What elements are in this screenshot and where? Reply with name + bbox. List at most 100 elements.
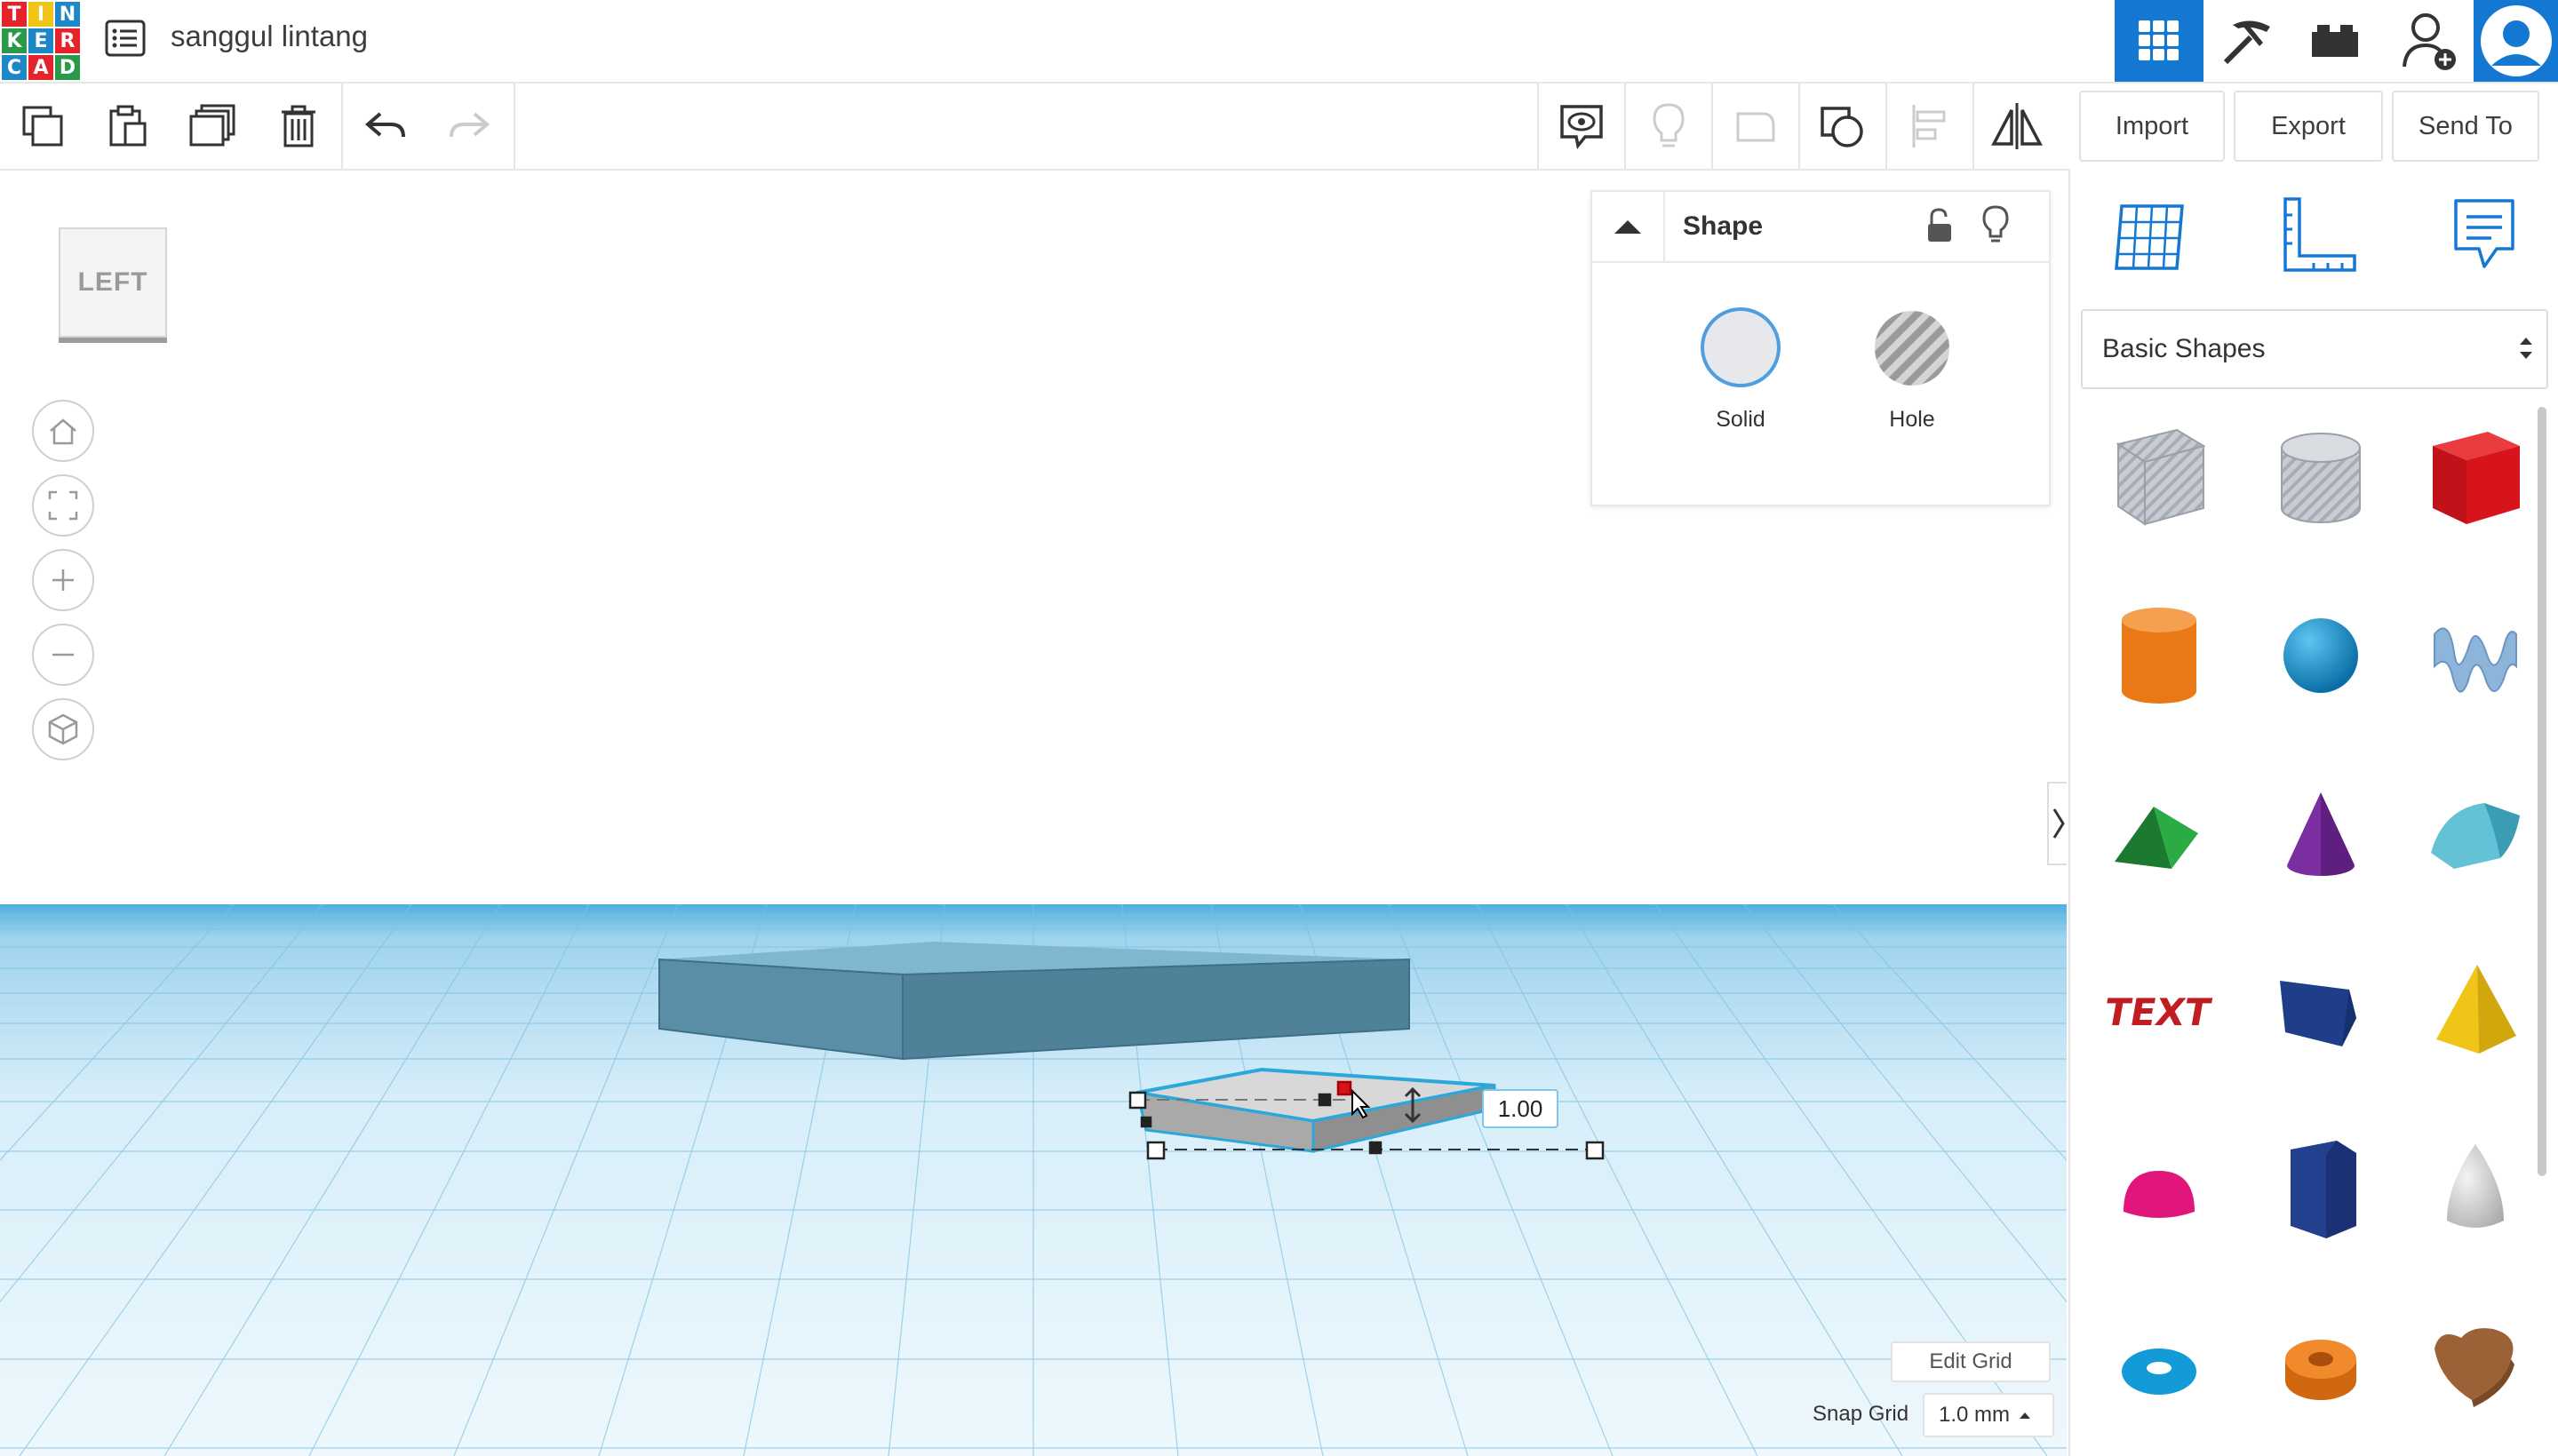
toolbar-divider — [514, 84, 515, 169]
send-to-button[interactable]: Send To — [2392, 91, 2539, 162]
round-roof-shape[interactable] — [2422, 776, 2529, 892]
sphere-shape[interactable] — [2267, 599, 2374, 714]
plus-icon — [52, 569, 74, 591]
box-alt-shape[interactable] — [2267, 954, 2374, 1070]
shape-library-grid: TEXT — [2070, 403, 2532, 1456]
cylinder-hole-shape[interactable] — [2267, 421, 2374, 537]
export-button[interactable]: Export — [2234, 91, 2383, 162]
hole-option[interactable]: Hole — [1864, 307, 1971, 450]
solid-label: Solid — [1716, 407, 1765, 432]
copy-icon — [22, 106, 63, 147]
ruler-icon — [2283, 197, 2356, 272]
pyramid-shape[interactable] — [2422, 954, 2529, 1070]
bricks-button[interactable] — [2292, 0, 2378, 82]
duplicate-button[interactable] — [171, 84, 256, 169]
cube-icon — [48, 713, 78, 745]
lightbulb-icon — [1982, 205, 2009, 243]
half-sphere-shape[interactable] — [2106, 1132, 2212, 1247]
home-view-button[interactable] — [32, 400, 94, 462]
view-cube-face[interactable]: LEFT — [59, 227, 167, 338]
box-hole-shape[interactable] — [2106, 421, 2212, 537]
tinkercad-logo[interactable]: T I N K E R C A D — [2, 2, 80, 80]
shape-panel-title: Shape — [1683, 211, 1764, 241]
solid-option[interactable]: Solid — [1692, 307, 1798, 450]
minecraft-pickaxe-button[interactable] — [2205, 0, 2291, 82]
collapse-sidebar-button[interactable] — [2047, 782, 2067, 865]
shapes-category-select[interactable]: Basic Shapes — [2081, 309, 2548, 389]
import-button[interactable]: Import — [2079, 91, 2225, 162]
hole-label: Hole — [1889, 407, 1935, 432]
svg-text:TEXT: TEXT — [2106, 991, 2212, 1034]
logo-letter: T — [2, 2, 27, 27]
redo-button[interactable] — [428, 84, 510, 169]
box-shape[interactable] — [2422, 421, 2529, 537]
logo-letter: A — [28, 55, 53, 80]
snap-grid-select[interactable]: 1.0 mm — [1923, 1393, 2054, 1437]
notes-tool-button[interactable] — [2442, 194, 2527, 279]
invite-user-button[interactable] — [2390, 0, 2470, 82]
text-shape[interactable]: TEXT — [2101, 954, 2214, 1070]
logo-letter: K — [2, 28, 27, 53]
show-all-button[interactable] — [1626, 84, 1711, 169]
note-icon — [2454, 199, 2514, 268]
align-button[interactable] — [1887, 84, 1972, 169]
ungroup-button[interactable] — [1800, 84, 1885, 169]
fit-icon — [48, 490, 78, 521]
hide-button[interactable] — [1981, 204, 2013, 247]
home-icon — [50, 418, 76, 445]
perspective-button[interactable] — [32, 698, 94, 760]
tube-shape[interactable] — [2267, 1309, 2374, 1425]
mirror-icon — [1991, 103, 2043, 149]
ruler-tool-button[interactable] — [2276, 194, 2362, 279]
collapse-panel-button[interactable] — [1592, 192, 1665, 261]
snap-grid-value: 1.0 mm — [1939, 1403, 2011, 1427]
workplane-icon — [2115, 204, 2184, 270]
avatar-icon — [2480, 5, 2552, 76]
chevron-right-icon — [2052, 808, 2065, 839]
undo-button[interactable] — [345, 84, 426, 169]
copy-button[interactable] — [0, 84, 85, 169]
3d-view-button[interactable] — [2115, 0, 2203, 82]
project-title[interactable]: sanggul lintang — [171, 20, 368, 53]
paraboloid-shape[interactable] — [2422, 1132, 2529, 1247]
notes-button[interactable] — [1539, 84, 1624, 169]
group-button[interactable] — [1713, 84, 1798, 169]
dimension-input[interactable]: 1.00 — [1482, 1089, 1558, 1128]
polygon-shape[interactable] — [2267, 1132, 2374, 1247]
designs-list-icon[interactable] — [103, 16, 147, 60]
mirror-button[interactable] — [1974, 84, 2060, 169]
zoom-in-button[interactable] — [32, 549, 94, 611]
workplane-tool-button[interactable] — [2109, 194, 2195, 279]
solid-swatch[interactable] — [1701, 307, 1781, 387]
lightbulb-icon — [1653, 103, 1685, 147]
scribble-shape[interactable] — [2422, 599, 2529, 714]
zoom-out-button[interactable] — [32, 624, 94, 686]
workplane-viewport[interactable]: 1.00 LEFT Shape Solid Hole Edit Grid Sna… — [0, 171, 2067, 1456]
hole-swatch[interactable] — [1875, 311, 1949, 386]
logo-letter: R — [55, 28, 80, 53]
select-arrows-icon — [2520, 338, 2532, 359]
lego-brick-icon — [2312, 25, 2358, 57]
paste-button[interactable] — [85, 84, 171, 169]
view-cube[interactable]: LEFT — [55, 227, 167, 343]
cone-shape[interactable] — [2267, 776, 2374, 892]
toolbar-divider — [341, 84, 343, 169]
user-avatar[interactable] — [2474, 0, 2558, 82]
logo-letter: E — [28, 28, 53, 53]
roof-shape[interactable] — [2106, 776, 2212, 892]
grid-view-icon — [2139, 20, 2179, 60]
edit-grid-button[interactable]: Edit Grid — [1891, 1341, 2051, 1382]
minus-icon — [52, 653, 74, 656]
shapes-sidebar: Basic Shapes TEXT — [2068, 171, 2558, 1456]
fit-view-button[interactable] — [32, 474, 94, 537]
trash-icon — [282, 105, 315, 147]
torus-shape[interactable] — [2106, 1309, 2212, 1425]
chevron-up-icon — [1614, 220, 1641, 234]
cylinder-shape[interactable] — [2106, 599, 2212, 714]
lock-button[interactable] — [1921, 206, 1956, 245]
heart-shape[interactable] — [2422, 1309, 2529, 1425]
add-user-icon — [2403, 13, 2456, 70]
delete-button[interactable] — [256, 84, 341, 169]
sidebar-scrollbar[interactable] — [2538, 407, 2546, 1176]
ungroup-shape-icon — [1821, 107, 1863, 147]
